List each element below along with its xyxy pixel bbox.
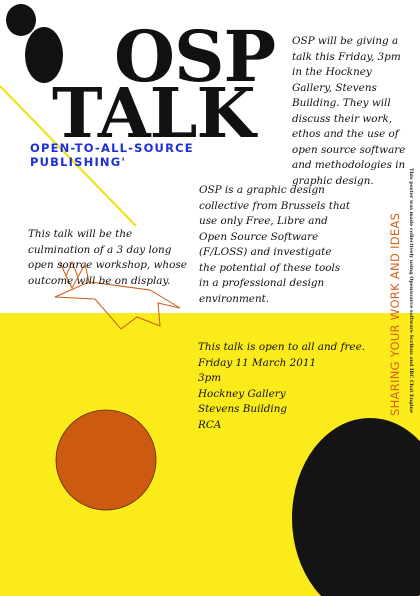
black-blob (292, 418, 420, 596)
details-building: Stevens Building (198, 403, 288, 415)
vertical-credit-container: This poster was made collectively using … (404, 168, 416, 428)
details-venue: Hockney Gallery (198, 387, 286, 400)
details-date: Friday 11 March 2011 (198, 356, 317, 369)
subtitle: OPEN-TO-ALL-SOURCE PUBLISHING' (30, 141, 194, 169)
intro-paragraph: OSP will be giving a talk this Friday, 3… (292, 35, 406, 187)
about-paragraph: OSP is a graphic design collective from … (199, 184, 351, 305)
title-talk: TALK (52, 74, 256, 154)
orange-circle (55, 409, 157, 511)
workshop-paragraph: This talk will be the culmination of a 3… (28, 228, 187, 287)
poster: OSP TALK OPEN-TO-ALL-SOURCE PUBLISHING' … (0, 0, 420, 596)
details-time: 3pm (198, 372, 222, 384)
details-open: This talk is open to all and free. (198, 341, 366, 353)
details-institution: RCA (198, 418, 222, 431)
vertical-credit: This poster was made collectively using … (408, 168, 414, 413)
black-dot-small (6, 4, 36, 36)
vertical-tagline: SHARING YOUR WORK AND IDEAS (388, 212, 402, 416)
event-details: This talk is open to all and free. Frida… (198, 340, 378, 433)
